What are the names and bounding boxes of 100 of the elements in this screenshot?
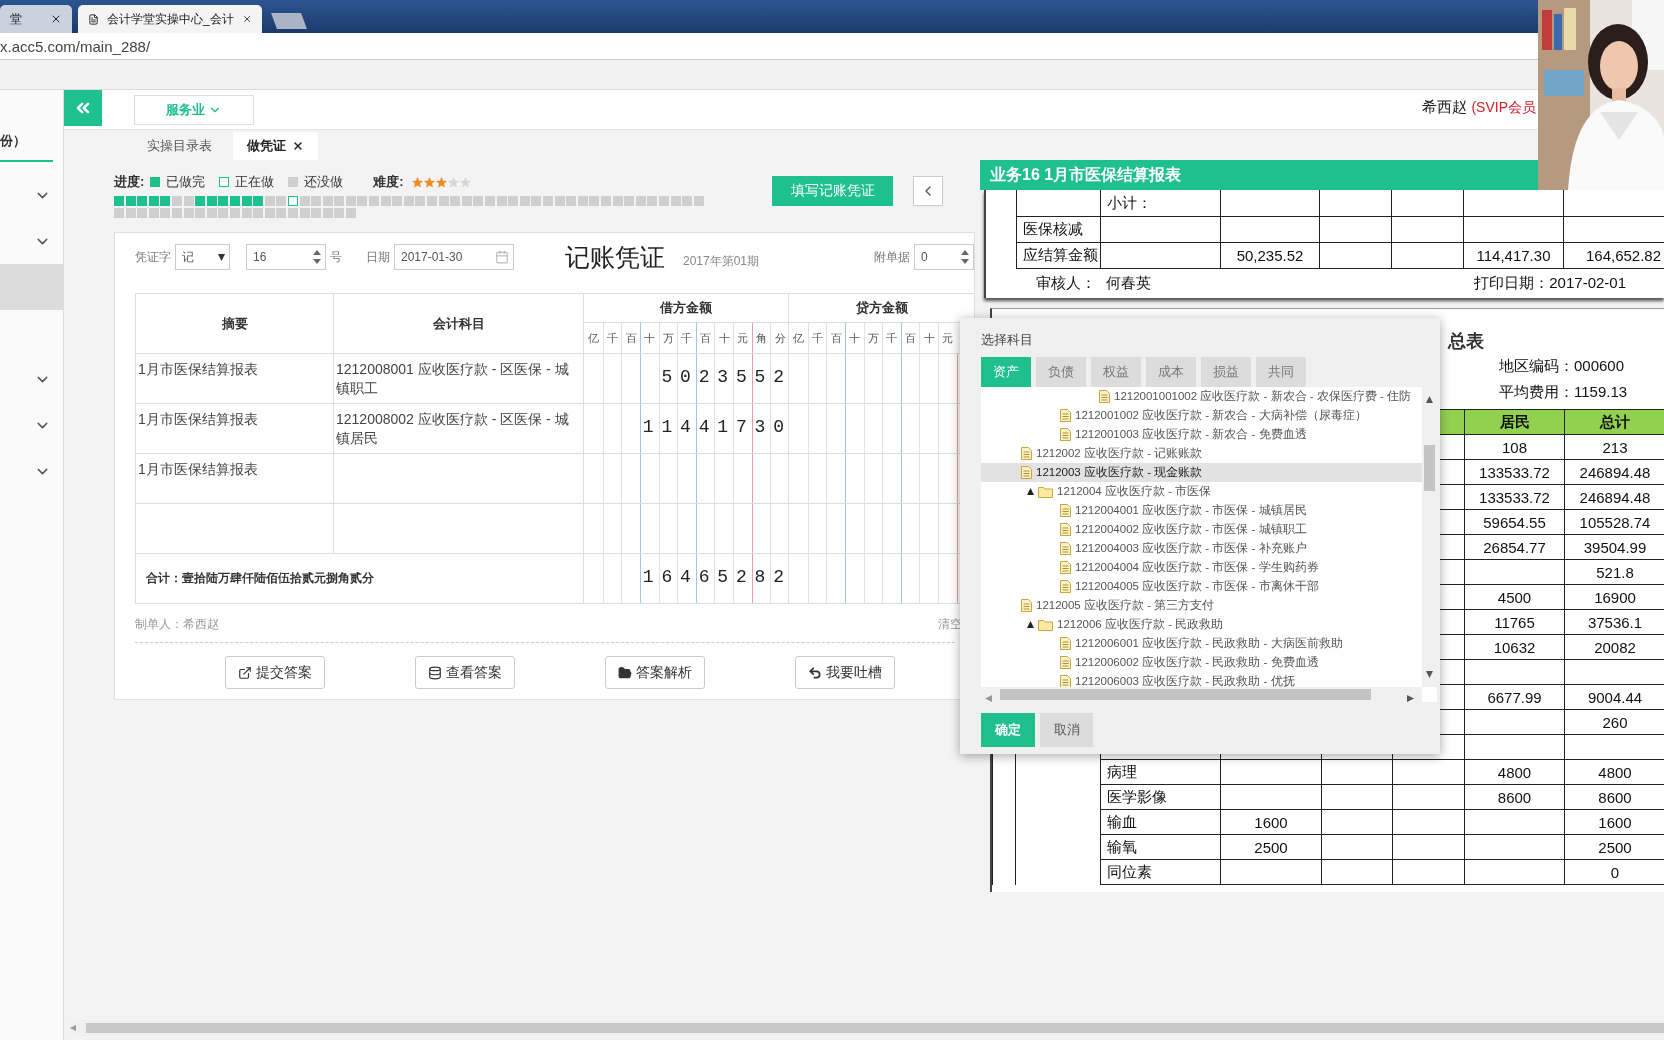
progress-cell[interactable]: [369, 196, 380, 206]
progress-cell[interactable]: [229, 207, 240, 218]
progress-cell[interactable]: [183, 207, 194, 218]
progress-cell[interactable]: [114, 207, 124, 218]
progress-cell[interactable]: [600, 196, 611, 206]
progress-cell[interactable]: [357, 196, 368, 206]
action-button[interactable]: 答案解析: [605, 656, 705, 689]
progress-cell[interactable]: [311, 196, 322, 206]
close-icon[interactable]: [241, 13, 252, 25]
progress-cell[interactable]: [287, 207, 298, 218]
progress-cell[interactable]: [253, 196, 264, 206]
progress-cell[interactable]: [171, 196, 182, 206]
progress-cell[interactable]: [485, 196, 495, 206]
tree-item[interactable]: 1212006003 应收医疗款 - 民政救助 - 优抚: [981, 672, 1422, 687]
progress-cell[interactable]: [334, 207, 345, 218]
progress-cell[interactable]: [183, 196, 194, 206]
spinner-icon[interactable]: [961, 248, 969, 266]
progress-cell[interactable]: [647, 196, 658, 206]
progress-cell[interactable]: [682, 196, 693, 206]
progress-cell[interactable]: [670, 196, 681, 206]
tree-item[interactable]: 1212001001002 应收医疗款 - 新农合 - 农保医疗费 - 住防: [981, 387, 1422, 406]
close-icon[interactable]: [50, 13, 62, 25]
tree-item[interactable]: 1212001003 应收医疗款 - 新农合 - 免费血透: [981, 425, 1422, 444]
progress-cell[interactable]: [322, 207, 333, 218]
progress-cell[interactable]: [114, 196, 124, 206]
progress-cell[interactable]: [206, 196, 217, 206]
tree-item[interactable]: 1212004005 应收医疗款 - 市医保 - 市离休干部: [981, 577, 1422, 596]
progress-cell[interactable]: [218, 196, 229, 206]
progress-cell[interactable]: [624, 196, 635, 206]
tree-item[interactable]: 1212006002 应收医疗款 - 民政救助 - 免费血透: [981, 653, 1422, 672]
progress-cell[interactable]: [450, 196, 461, 206]
progress-cell[interactable]: [148, 196, 159, 206]
account-cell[interactable]: [334, 504, 584, 554]
progress-cell[interactable]: [264, 196, 275, 206]
progress-cell[interactable]: [635, 196, 646, 206]
progress-cell[interactable]: [658, 196, 669, 206]
progress-cell[interactable]: [125, 207, 136, 218]
cancel-button[interactable]: 取消: [1040, 713, 1093, 747]
progress-cell[interactable]: [253, 207, 264, 218]
voucher-word-select[interactable]: 记: [175, 244, 230, 270]
progress-cell[interactable]: [334, 196, 345, 206]
progress-cell[interactable]: [531, 196, 542, 206]
progress-cell[interactable]: [276, 196, 287, 206]
debit-cell[interactable]: [584, 504, 789, 554]
progress-cell[interactable]: [392, 196, 403, 206]
date-field[interactable]: 2017-01-30: [394, 244, 514, 270]
progress-cell[interactable]: [241, 196, 252, 206]
tree-item[interactable]: 1212006 应收医疗款 - 民政救助: [981, 615, 1422, 634]
page-tab[interactable]: 做凭证: [233, 132, 318, 160]
progress-cell[interactable]: [137, 207, 148, 218]
progress-cell[interactable]: [566, 196, 577, 206]
progress-cell[interactable]: [287, 196, 298, 206]
browser-tab[interactable]: 堂: [0, 5, 72, 33]
progress-cell[interactable]: [415, 196, 426, 206]
page-tab[interactable]: 实操目录表: [133, 132, 226, 160]
account-cell[interactable]: 1212008002 应收医疗款 - 区医保 - 城镇居民: [334, 404, 584, 454]
progress-cell[interactable]: [299, 207, 310, 218]
close-icon[interactable]: [292, 140, 304, 152]
progress-cell[interactable]: [299, 196, 310, 206]
tree-item[interactable]: 1212001002 应收医疗款 - 新农合 - 大病补偿（尿毒症）: [981, 406, 1422, 425]
category-tab[interactable]: 共同: [1256, 357, 1306, 387]
summary-cell[interactable]: 1月市医保结算报表: [136, 404, 334, 454]
progress-cell[interactable]: [264, 207, 275, 218]
summary-cell[interactable]: 1月市医保结算报表: [136, 354, 334, 404]
progress-cell[interactable]: [519, 196, 530, 206]
progress-cell[interactable]: [206, 207, 217, 218]
sidebar-heading[interactable]: 份）: [0, 132, 53, 162]
progress-cell[interactable]: [137, 196, 148, 206]
tree-item[interactable]: 1212005 应收医疗款 - 第三方支付: [981, 596, 1422, 615]
debit-cell[interactable]: [584, 454, 789, 504]
progress-cell[interactable]: [554, 196, 565, 206]
sidebar-item[interactable]: [0, 264, 63, 310]
progress-cell[interactable]: [577, 196, 588, 206]
account-cell[interactable]: [334, 454, 584, 504]
progress-cell[interactable]: [195, 207, 206, 218]
progress-cell[interactable]: [195, 196, 206, 206]
progress-cell[interactable]: [403, 196, 414, 206]
tree-item[interactable]: 1212006001 应收医疗款 - 民政救助 - 大病医前救助: [981, 634, 1422, 653]
action-button[interactable]: 提交答案: [225, 656, 325, 689]
tree-item[interactable]: 1212004004 应收医疗款 - 市医保 - 学生购药券: [981, 558, 1422, 577]
progress-cell[interactable]: [427, 196, 438, 206]
tree-item[interactable]: 1212004001 应收医疗款 - 市医保 - 城镇居民: [981, 501, 1422, 520]
action-button[interactable]: 我要吐槽: [795, 656, 895, 689]
attachments-field[interactable]: 0: [914, 244, 974, 270]
progress-cell[interactable]: [496, 196, 507, 206]
progress-cell[interactable]: [125, 196, 136, 206]
progress-cell[interactable]: [160, 207, 171, 218]
progress-cell[interactable]: [322, 196, 333, 206]
progress-cell[interactable]: [473, 196, 484, 206]
action-button[interactable]: 查看答案: [415, 656, 515, 689]
calendar-icon[interactable]: [495, 250, 509, 264]
progress-cell[interactable]: [508, 196, 519, 206]
summary-cell[interactable]: 1月市医保结算报表: [136, 454, 334, 504]
progress-cell[interactable]: [160, 196, 171, 206]
progress-cell[interactable]: [241, 207, 252, 218]
debit-cell[interactable]: 11441730: [584, 404, 789, 454]
tree-item[interactable]: 1212004002 应收医疗款 - 市医保 - 城镇职工: [981, 520, 1422, 539]
tree-item[interactable]: 1212004003 应收医疗款 - 市医保 - 补充账户: [981, 539, 1422, 558]
horizontal-scrollbar[interactable]: [70, 1020, 1664, 1036]
progress-cell[interactable]: [693, 196, 704, 206]
